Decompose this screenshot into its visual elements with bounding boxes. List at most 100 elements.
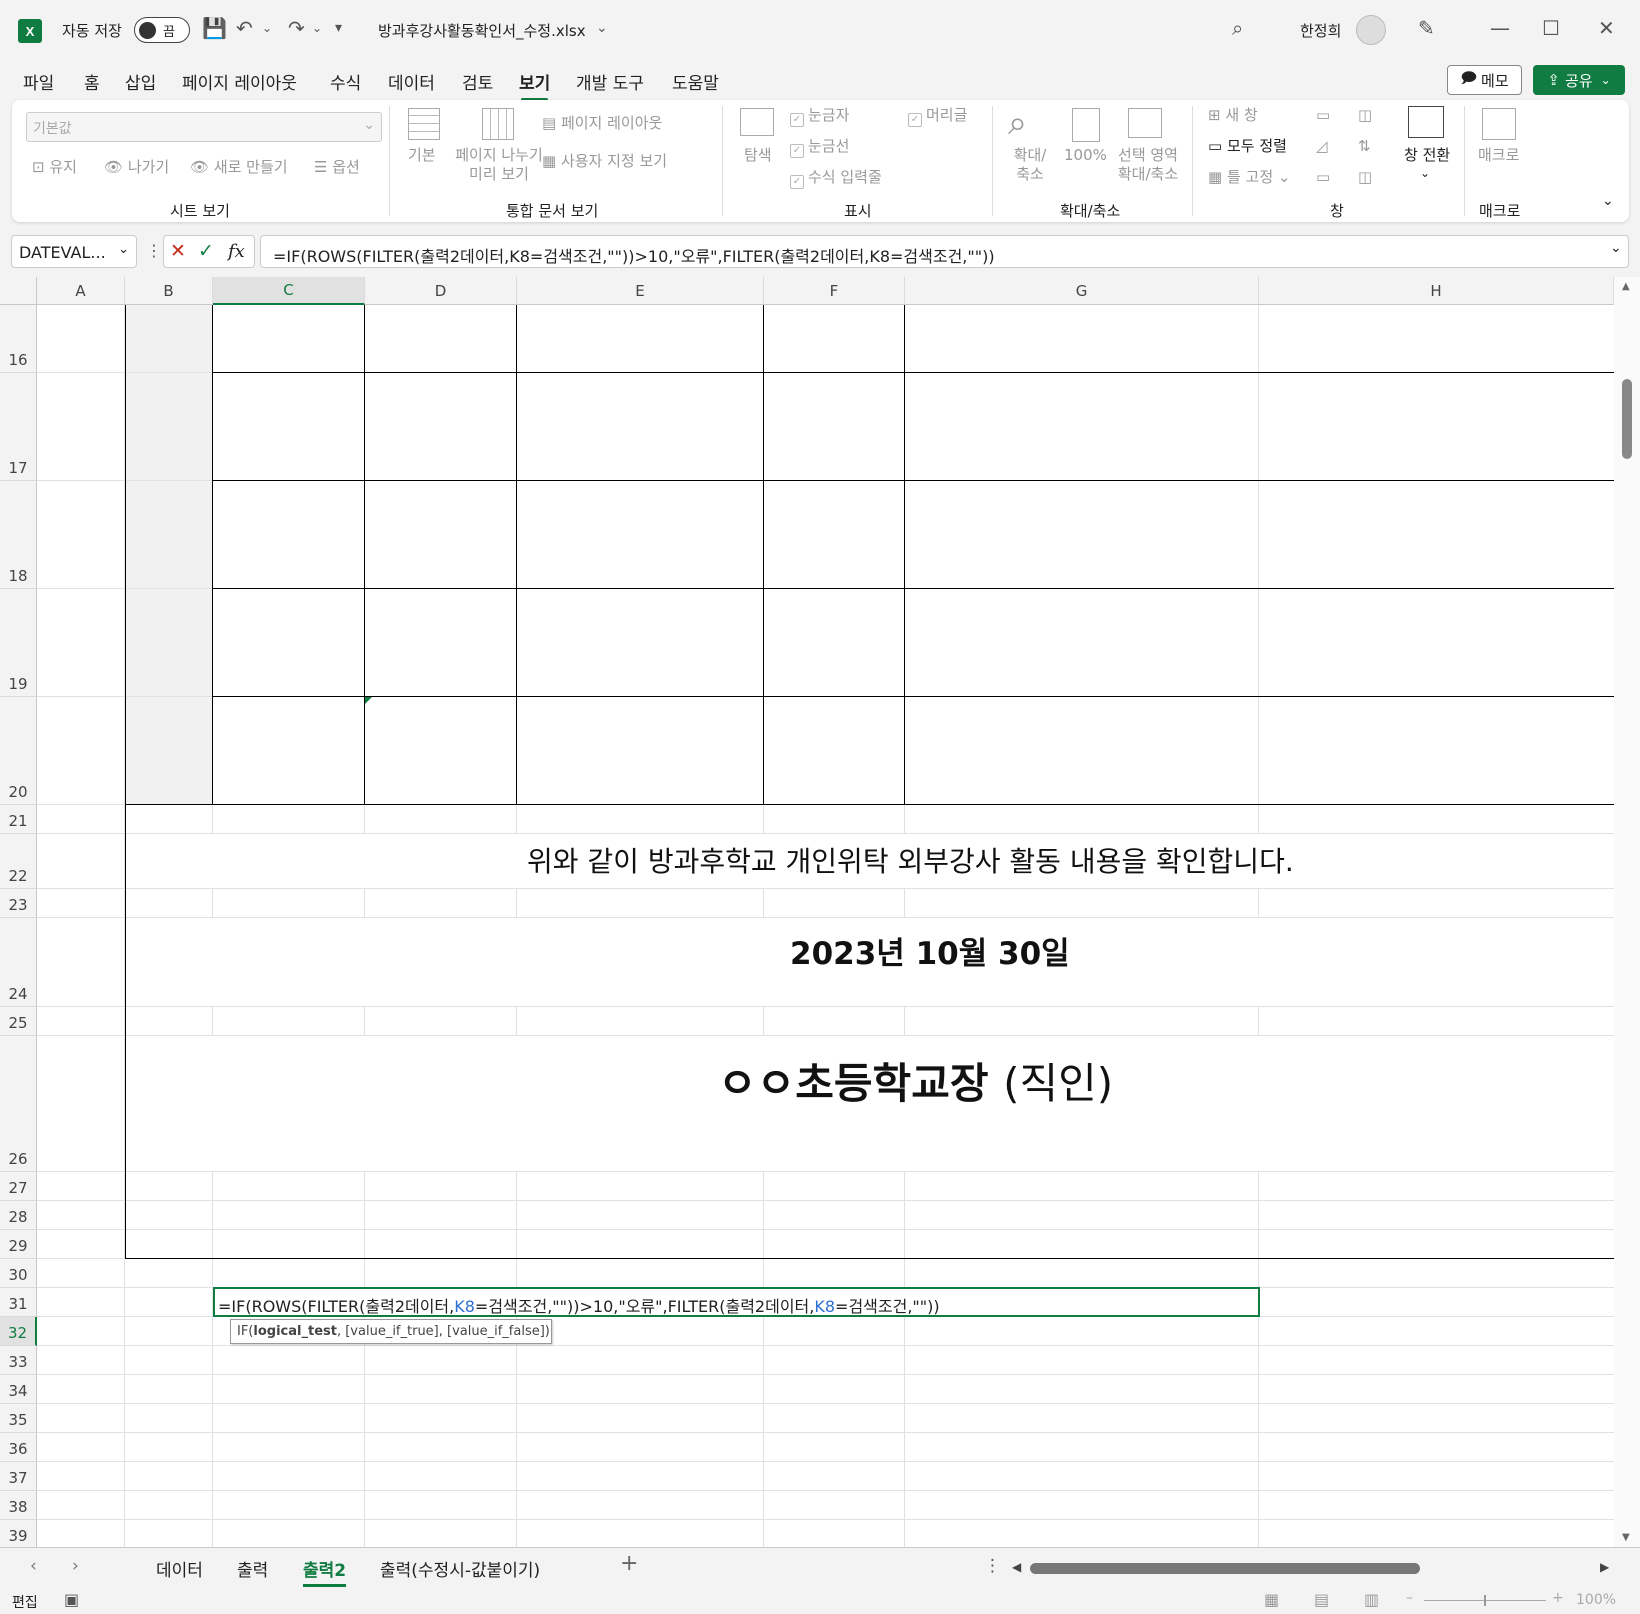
page-break-label[interactable]: 페이지 나누기 미리 보기 <box>450 146 548 184</box>
accessibility-icon[interactable]: ▣ <box>64 1590 79 1609</box>
share-button[interactable]: ⇪ 공유 ⌄ <box>1533 65 1625 95</box>
function-tooltip[interactable]: IF(logical_test, [value_if_true], [value… <box>230 1319 552 1344</box>
new-view-button[interactable]: 👁 새로 만들기 <box>190 158 288 177</box>
row-header-38[interactable]: 38 <box>0 1491 37 1520</box>
add-sheet-icon[interactable]: + <box>620 1551 638 1576</box>
normal-view-icon[interactable] <box>408 108 440 140</box>
menu-data[interactable]: 데이터 <box>388 69 435 94</box>
row-header-33[interactable]: 33 <box>0 1346 37 1375</box>
zoom-slider-thumb[interactable] <box>1484 1595 1486 1606</box>
column-header-h[interactable]: H <box>1259 277 1614 305</box>
menu-page-layout[interactable]: 페이지 레이아웃 <box>182 69 297 94</box>
redo-icon[interactable]: ↷ <box>288 16 305 40</box>
switch-windows-label[interactable]: 창 전환 <box>1404 146 1450 165</box>
row-header-28[interactable]: 28 <box>0 1201 37 1230</box>
sheet-view-dropdown[interactable]: 기본값 ⌄ <box>26 112 382 142</box>
horizontal-scroll-thumb[interactable] <box>1030 1563 1420 1574</box>
exit-button[interactable]: 👁 나가기 <box>104 158 169 177</box>
cancel-icon[interactable]: ✕ <box>170 240 186 262</box>
page-layout-button[interactable]: ▤ 페이지 레이아웃 <box>542 114 662 133</box>
redo-dropdown-icon[interactable]: ⌄ <box>312 16 322 40</box>
column-header-d[interactable]: D <box>365 277 517 305</box>
split-icon[interactable]: ▭ <box>1316 106 1330 125</box>
insert-function-icon[interactable]: fx <box>228 241 245 262</box>
menu-file[interactable]: 파일 <box>23 69 54 94</box>
save-icon[interactable]: 💾 <box>202 16 227 40</box>
side-by-side-icon[interactable]: ◫ <box>1358 106 1372 125</box>
normal-view-label[interactable]: 기본 <box>408 146 436 165</box>
macros-label[interactable]: 매크로 <box>1478 146 1519 165</box>
menu-home[interactable]: 홈 <box>84 69 100 94</box>
vertical-scrollbar[interactable]: ▲ ▼ <box>1614 277 1640 1547</box>
next-sheet-icon[interactable]: › <box>72 1556 79 1576</box>
row-header-35[interactable]: 35 <box>0 1404 37 1433</box>
filename-chevron-down-icon[interactable]: ⌄ <box>596 16 608 40</box>
hide-icon[interactable]: ◿ <box>1316 137 1328 156</box>
menu-help[interactable]: 도움말 <box>672 69 719 94</box>
column-header-a[interactable]: A <box>37 277 125 305</box>
keep-button[interactable]: ⊡ 유지 <box>32 158 77 177</box>
memo-button[interactable]: 🗩 메모 <box>1447 65 1522 95</box>
row-header-16[interactable]: 16 <box>0 305 37 373</box>
menu-formulas[interactable]: 수식 <box>330 69 361 94</box>
column-header-b[interactable]: B <box>125 277 213 305</box>
page-layout-status-icon[interactable]: ▤ <box>1314 1590 1329 1609</box>
page-break-icon[interactable] <box>482 108 514 140</box>
menu-developer[interactable]: 개발 도구 <box>576 69 644 94</box>
zoom-100-icon[interactable] <box>1072 108 1100 142</box>
column-header-f[interactable]: F <box>764 277 905 305</box>
zoom-100-label[interactable]: 100% <box>1064 146 1107 165</box>
avatar[interactable] <box>1356 15 1386 45</box>
row-header-22[interactable]: 22 <box>0 834 37 889</box>
row-header-30[interactable]: 30 <box>0 1259 37 1288</box>
navigation-label[interactable]: 탐색 <box>744 146 772 165</box>
new-window-button[interactable]: ⊞ 새 창 <box>1208 106 1258 125</box>
column-header-c[interactable]: C <box>213 277 365 305</box>
edit-cell[interactable]: =IF(ROWS(FILTER(출력2데이터,K8=검색조건,""))>10,"… <box>213 1287 1260 1317</box>
arrange-all-button[interactable]: ▭ 모두 정렬 <box>1208 137 1287 156</box>
menu-review[interactable]: 검토 <box>462 69 493 94</box>
file-name[interactable]: 방과후강사활동확인서_수정.xlsx <box>378 20 586 41</box>
row-header-23[interactable]: 23 <box>0 889 37 918</box>
row-header-31[interactable]: 31 <box>0 1288 37 1317</box>
maximize-icon[interactable]: ☐ <box>1542 16 1560 40</box>
zoom-selection-icon[interactable] <box>1128 108 1162 138</box>
formula-bar-checkbox[interactable]: ✓ 수식 입력줄 <box>790 168 882 189</box>
gridlines-checkbox[interactable]: ✓ 눈금선 <box>790 137 849 158</box>
ruler-checkbox[interactable]: ✓ 눈금자 <box>790 106 849 127</box>
row-header-36[interactable]: 36 <box>0 1433 37 1462</box>
custom-view-button[interactable]: ▦ 사용자 지정 보기 <box>542 152 667 171</box>
zoom-level[interactable]: 100% <box>1576 1592 1616 1608</box>
row-header-26[interactable]: 26 <box>0 1036 37 1172</box>
worksheet-grid[interactable]: ABCDEFGH 16 17 18 19 20 21 22 23 24 25 26 27 28 29 30 3… <box>0 277 1640 1578</box>
scroll-up-icon[interactable]: ▲ <box>1622 281 1630 292</box>
row-header-29[interactable]: 29 <box>0 1230 37 1259</box>
row-header-18[interactable]: 18 <box>0 481 37 589</box>
switch-windows-icon[interactable] <box>1408 106 1444 138</box>
zoom-in-icon[interactable]: + <box>1552 1590 1564 1606</box>
freeze-panes-button[interactable]: ▦ 틀 고정 ⌄ <box>1208 168 1290 187</box>
prev-sheet-icon[interactable]: ‹ <box>30 1556 37 1576</box>
row-header-34[interactable]: 34 <box>0 1375 37 1404</box>
undo-icon[interactable]: ↶ <box>236 16 253 40</box>
menu-insert[interactable]: 삽입 <box>125 69 156 94</box>
select-all-corner[interactable] <box>0 277 37 305</box>
designer-pen-icon[interactable]: ✎ <box>1418 16 1435 40</box>
normal-view-status-icon[interactable]: ▦ <box>1264 1590 1279 1609</box>
tab-data[interactable]: 데이터 <box>156 1556 203 1581</box>
column-header-g[interactable]: G <box>905 277 1259 305</box>
expand-formula-bar-icon[interactable]: ⌄ <box>1610 240 1622 256</box>
tab-output2[interactable]: 출력2 <box>303 1556 347 1587</box>
unhide-icon[interactable]: ▭ <box>1316 168 1330 187</box>
zoom-out-icon[interactable]: – <box>1406 1590 1413 1606</box>
search-icon[interactable]: ⌕ <box>1232 16 1243 40</box>
row-header-25[interactable]: 25 <box>0 1007 37 1036</box>
tab-output-paste-values[interactable]: 출력(수정시-값붙이기) <box>380 1556 540 1581</box>
scroll-right-icon[interactable]: ▶ <box>1600 1560 1609 1574</box>
undo-dropdown-icon[interactable]: ⌄ <box>262 16 272 40</box>
row-header-24[interactable]: 24 <box>0 918 37 1007</box>
name-box[interactable]: DATEVAL... ⌄ <box>11 235 137 268</box>
row-header-17[interactable]: 17 <box>0 373 37 481</box>
options-button[interactable]: ☰ 옵션 <box>314 158 360 177</box>
zoom-label[interactable]: 확대/축소 <box>1010 146 1050 184</box>
